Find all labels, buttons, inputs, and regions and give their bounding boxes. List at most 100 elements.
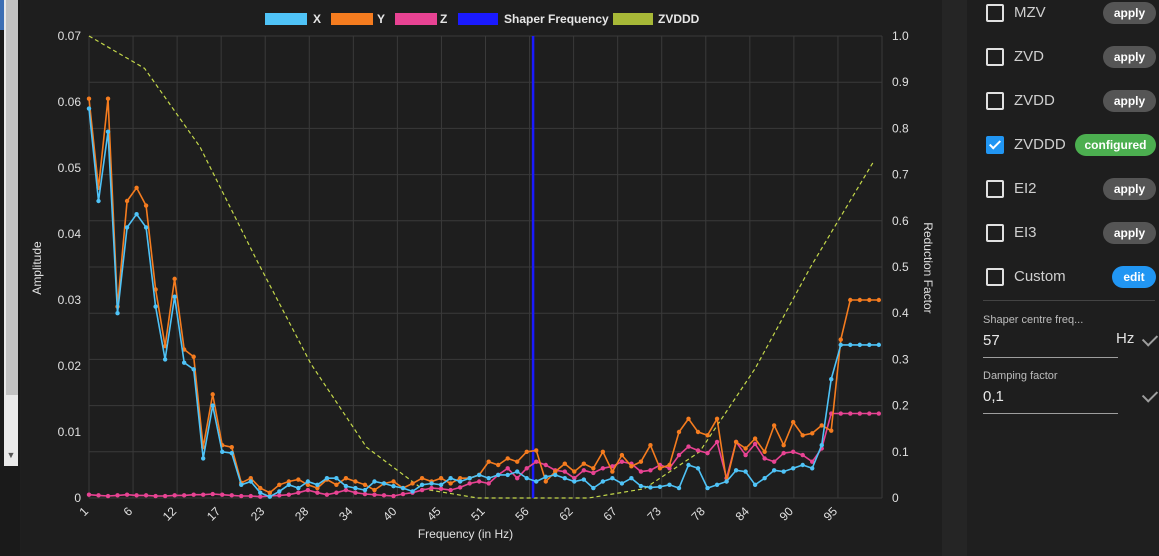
y-tick-label: 0 bbox=[74, 491, 81, 505]
data-point-z bbox=[343, 487, 349, 493]
shaper-checkbox[interactable] bbox=[986, 268, 1004, 286]
shaper-checkbox[interactable] bbox=[986, 4, 1004, 22]
data-point-y bbox=[334, 482, 339, 487]
data-point-y bbox=[619, 452, 625, 458]
data-point-z bbox=[172, 493, 177, 498]
data-point-x bbox=[667, 482, 672, 487]
legend-label-shaper-frequency: Shaper Frequency bbox=[504, 12, 609, 26]
data-point-y bbox=[124, 198, 130, 204]
shaper-checkbox[interactable] bbox=[986, 136, 1004, 154]
shaper-row-custom[interactable]: Custom edit bbox=[967, 266, 1159, 312]
data-point-x bbox=[752, 482, 758, 487]
damping-factor-input[interactable]: 0,1 bbox=[983, 388, 1004, 405]
legend-swatch-y bbox=[331, 13, 373, 25]
apply-button[interactable]: apply bbox=[1103, 178, 1156, 200]
data-point-y bbox=[657, 466, 663, 471]
data-point-x bbox=[229, 450, 234, 456]
data-point-z bbox=[181, 493, 187, 498]
data-point-x bbox=[334, 476, 339, 481]
scroll-down-icon[interactable]: ▼ bbox=[4, 446, 18, 464]
shaper-row-mzv[interactable]: MZV apply bbox=[967, 2, 1159, 48]
confirm-check-icon[interactable] bbox=[1141, 330, 1159, 347]
field-underline bbox=[983, 413, 1118, 414]
data-point-y bbox=[543, 479, 548, 484]
data-point-x bbox=[476, 472, 482, 478]
y-axis-label: Amplitude bbox=[30, 241, 44, 295]
shaper-checkbox[interactable] bbox=[986, 92, 1004, 110]
data-point-x bbox=[353, 485, 358, 491]
data-point-z bbox=[800, 452, 805, 458]
shaper-row-zvdd[interactable]: ZVDD apply bbox=[967, 90, 1159, 136]
data-point-x bbox=[457, 479, 463, 484]
data-point-y bbox=[629, 464, 634, 469]
shaper-row-zvd[interactable]: ZVD apply bbox=[967, 46, 1159, 92]
data-point-y bbox=[867, 297, 872, 303]
data-point-z bbox=[429, 485, 434, 491]
data-point-z bbox=[467, 481, 472, 486]
data-point-z bbox=[315, 490, 320, 495]
legend-label-zvddd: ZVDDD bbox=[658, 12, 700, 26]
confirm-check-icon[interactable] bbox=[1141, 386, 1159, 403]
damping-factor-field[interactable]: Damping factor 0,1 bbox=[983, 370, 1159, 425]
legend-label-y: Y bbox=[377, 12, 385, 26]
shaper-centre-frequency-input[interactable]: 57 bbox=[983, 332, 1000, 349]
shaper-checkbox[interactable] bbox=[986, 224, 1004, 242]
data-point-z bbox=[372, 492, 377, 497]
data-point-x bbox=[515, 469, 520, 474]
data-point-z bbox=[362, 491, 368, 497]
data-point-z bbox=[457, 485, 463, 490]
data-point-z bbox=[867, 411, 872, 416]
shaper-centre-frequency-field[interactable]: Shaper centre freq... 57 Hz bbox=[983, 314, 1159, 369]
data-point-y bbox=[448, 481, 453, 486]
data-point-x bbox=[724, 479, 729, 484]
shaper-row-ei3[interactable]: EI3 apply bbox=[967, 222, 1159, 268]
data-point-x bbox=[134, 212, 139, 217]
data-point-x bbox=[534, 479, 539, 484]
shaper-centre-frequency-label: Shaper centre freq... bbox=[983, 314, 1084, 326]
shaper-row-zvddd[interactable]: ZVDDD configured bbox=[967, 134, 1159, 180]
apply-button[interactable]: apply bbox=[1103, 2, 1156, 24]
shaper-name: MZV bbox=[1014, 4, 1046, 21]
shaper-name: ZVDDD bbox=[1014, 136, 1066, 153]
data-point-y bbox=[800, 433, 805, 438]
data-point-y bbox=[752, 436, 758, 441]
apply-button[interactable]: apply bbox=[1103, 46, 1156, 68]
data-point-x bbox=[676, 485, 682, 491]
y2-tick-label: 0.3 bbox=[892, 352, 909, 366]
shaper-name: Custom bbox=[1014, 268, 1066, 285]
data-point-z bbox=[134, 493, 139, 498]
data-point-z bbox=[143, 493, 149, 498]
legend-swatch-zvddd bbox=[613, 13, 653, 25]
data-point-x bbox=[743, 469, 748, 474]
data-point-z bbox=[200, 492, 206, 497]
data-point-x bbox=[296, 485, 301, 491]
x-tick-label: 62 bbox=[556, 504, 576, 524]
data-point-x bbox=[876, 342, 882, 348]
shaper-checkbox[interactable] bbox=[986, 48, 1004, 66]
data-point-z bbox=[781, 450, 786, 456]
data-point-y bbox=[296, 477, 301, 482]
data-point-z bbox=[543, 462, 548, 468]
x-tick-label: 95 bbox=[821, 504, 841, 524]
data-point-z bbox=[438, 486, 444, 491]
data-point-y bbox=[267, 490, 273, 495]
data-point-y bbox=[353, 479, 358, 484]
y-tick-label: 0.05 bbox=[58, 161, 82, 175]
data-point-z bbox=[743, 452, 748, 458]
configured-button[interactable]: configured bbox=[1075, 134, 1156, 156]
shaper-checkbox[interactable] bbox=[986, 180, 1004, 198]
data-point-x bbox=[553, 472, 558, 478]
edit-button[interactable]: edit bbox=[1112, 266, 1156, 288]
data-point-y bbox=[524, 449, 529, 454]
apply-button[interactable]: apply bbox=[1103, 222, 1156, 244]
x-tick-label: 6 bbox=[121, 504, 136, 519]
data-point-x bbox=[848, 342, 853, 348]
data-point-y bbox=[362, 482, 368, 487]
data-point-z bbox=[381, 493, 387, 498]
shaper-row-ei2[interactable]: EI2 apply bbox=[967, 178, 1159, 224]
scrollbar-thumb[interactable] bbox=[6, 0, 18, 395]
data-point-z bbox=[229, 493, 234, 498]
x-tick-label: 12 bbox=[160, 504, 180, 524]
apply-button[interactable]: apply bbox=[1103, 90, 1156, 112]
legend-swatch-z bbox=[395, 13, 437, 25]
